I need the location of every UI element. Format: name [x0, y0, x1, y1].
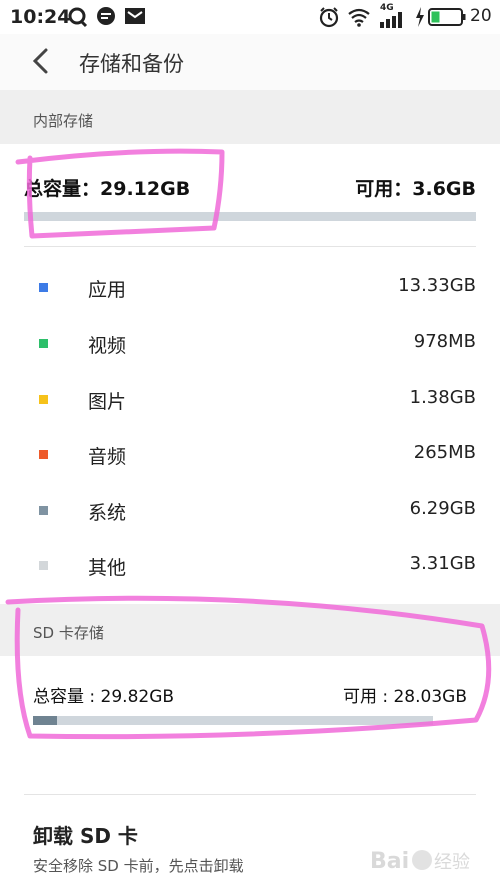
internal-storage-title: 内部存储 — [33, 112, 94, 130]
list-item-apps[interactable]: 应用 13.33GB — [0, 259, 500, 315]
svg-text:Bai: Bai — [370, 849, 409, 874]
list-item-other[interactable]: 其他 3.31GB — [0, 537, 500, 593]
sd-usage-bar — [33, 716, 433, 725]
list-item-audio[interactable]: 音频 265MB — [0, 426, 500, 482]
apps-color-dot — [39, 283, 48, 292]
divider — [24, 794, 476, 795]
internal-usage-bar — [24, 212, 476, 221]
notification-image-icon — [125, 8, 145, 24]
video-color-dot — [39, 339, 48, 348]
item-size: 13.33GB — [398, 275, 476, 296]
item-label: 应用 — [88, 279, 127, 301]
eject-sd-title: 卸载 SD 卡 — [33, 824, 138, 848]
item-size: 265MB — [413, 442, 476, 463]
search-icon — [68, 7, 88, 28]
status-bar: 10:24 4G 20 — [0, 0, 500, 34]
eject-sd-subtitle: 安全移除 SD 卡前，先点击卸载 — [33, 857, 244, 875]
battery-icon — [428, 8, 466, 26]
item-label: 系统 — [88, 502, 127, 524]
item-size: 3.31GB — [409, 553, 476, 574]
list-item-system[interactable]: 系统 6.29GB — [0, 482, 500, 538]
sd-total-capacity: 总容量 : 29.82GB — [33, 687, 175, 707]
internal-total-capacity: 总容量：29.12GB — [24, 178, 191, 200]
sd-capacity-row: 总容量 : 29.82GB 可用 : 28.03GB — [0, 656, 500, 746]
item-label: 其他 — [88, 557, 127, 579]
status-time: 10:24 — [10, 6, 71, 28]
alarm-icon — [319, 7, 339, 28]
item-size: 6.29GB — [409, 498, 476, 519]
internal-capacity-row: 总容量：29.12GB 可用：3.6GB — [0, 144, 500, 236]
sd-storage-header: SD 卡存储 — [0, 604, 500, 656]
audio-color-dot — [39, 450, 48, 459]
sd-free-capacity: 可用 : 28.03GB — [342, 687, 467, 707]
item-label: 视频 — [88, 335, 127, 357]
message-icon — [97, 7, 115, 25]
title-bar: 存储和备份 — [0, 34, 500, 90]
svg-text:经验: 经验 — [434, 852, 470, 873]
internal-free-capacity: 可用：3.6GB — [355, 178, 476, 200]
list-item-images[interactable]: 图片 1.38GB — [0, 371, 500, 427]
internal-storage-header: 内部存储 — [0, 90, 500, 144]
list-item-video[interactable]: 视频 978MB — [0, 315, 500, 371]
page-title: 存储和备份 — [79, 52, 184, 76]
item-label: 图片 — [88, 391, 127, 413]
baidu-watermark-logo: Bai 经验 — [370, 849, 470, 874]
charging-icon — [416, 7, 424, 27]
internal-usage-fill — [24, 212, 422, 221]
item-label: 音频 — [88, 446, 127, 468]
item-size: 1.38GB — [409, 387, 476, 408]
other-color-dot — [39, 561, 48, 570]
sd-usage-fill — [33, 716, 57, 725]
images-color-dot — [39, 395, 48, 404]
divider — [24, 246, 476, 247]
signal-icon — [380, 12, 402, 28]
item-size: 978MB — [413, 331, 476, 352]
wifi-icon — [348, 8, 370, 27]
sd-storage-title: SD 卡存储 — [33, 624, 104, 642]
battery-percent: 20 — [470, 6, 492, 26]
system-color-dot — [39, 506, 48, 515]
back-arrow-icon[interactable] — [28, 46, 54, 76]
